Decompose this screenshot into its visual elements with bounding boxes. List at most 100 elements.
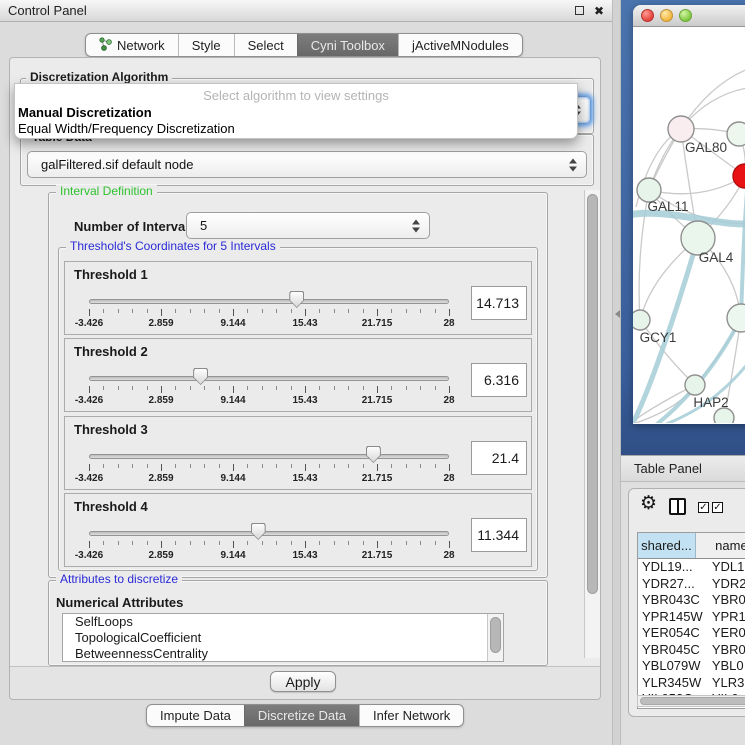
threshold-value-field[interactable]: 6.316 — [471, 363, 527, 397]
threshold-label: Threshold 4 — [74, 499, 148, 514]
threshold-slider-track[interactable] — [89, 454, 449, 459]
control-panel-tabs: Network Style Select Cyni Toolbox jActiv… — [85, 33, 523, 57]
table-row[interactable]: YDL19...YDL1 — [638, 559, 745, 576]
columns-icon[interactable] — [669, 498, 686, 515]
network-icon — [99, 37, 112, 54]
list-item[interactable]: TopologicalCoefficient — [63, 630, 503, 646]
minimize-traffic-light-icon[interactable] — [660, 9, 673, 22]
tab-network[interactable]: Network — [86, 34, 178, 56]
column-header-name[interactable]: name — [696, 533, 745, 558]
slider-tick-labels: -3.4262.8599.14415.4321.71528 — [89, 395, 449, 409]
attributes-list-scrollbar[interactable] — [487, 614, 503, 661]
control-panel-titlebar: Control Panel ✖ — [0, 0, 612, 22]
threshold-panel: Threshold 2 -3.4262.8599.14415.4321.7152… — [64, 338, 532, 412]
table-horizontal-scrollbar[interactable] — [637, 695, 745, 707]
network-node[interactable] — [668, 116, 694, 142]
control-panel-title: Control Panel — [8, 3, 87, 18]
table-data-combo[interactable]: galFiltered.sif default node — [27, 151, 587, 178]
threshold-panel: Threshold 4 -3.4262.8599.14415.4321.7152… — [64, 493, 532, 567]
algorithm-dropdown-popup: Select algorithm to view settings Manual… — [14, 83, 578, 139]
network-node-label: GCY1 — [640, 330, 677, 345]
close-traffic-light-icon[interactable] — [641, 9, 654, 22]
table-row[interactable]: YDR27...YDR2 — [638, 576, 745, 593]
slider-ticks — [89, 464, 449, 473]
table-panel-title: Table Panel — [634, 461, 702, 476]
network-node[interactable] — [733, 164, 745, 188]
threshold-slider-thumb[interactable] — [251, 523, 266, 540]
table-panel-titlebar: Table Panel — [621, 455, 745, 482]
network-window: GAL80GACGAL11GAL4GCY1HHAP2 — [633, 5, 745, 424]
network-node[interactable] — [633, 310, 650, 330]
network-node-label: GAL80 — [685, 140, 727, 155]
numerical-attributes-list[interactable]: SelfLoops TopologicalCoefficient Between… — [62, 613, 504, 662]
table-row[interactable]: YBL079WYBL0 — [638, 658, 745, 675]
threshold-label: Threshold 2 — [74, 344, 148, 359]
checkbox-icon[interactable]: ✓ — [712, 502, 723, 513]
list-item[interactable]: BetweennessCentrality — [63, 646, 503, 662]
table-row[interactable]: YPR145WYPR1 — [638, 609, 745, 626]
checkbox-icon[interactable]: ✓ — [698, 502, 709, 513]
table-header-row: shared... name — [638, 533, 745, 559]
panel-splitter[interactable] — [612, 0, 621, 745]
screen: Control Panel ✖ Network Style Select Cyn… — [0, 0, 745, 745]
list-item[interactable]: SelfLoops — [63, 614, 503, 630]
threshold-panel: Threshold 3 -3.4262.8599.14415.4321.7152… — [64, 416, 532, 490]
threshold-value-field[interactable]: 11.344 — [471, 518, 527, 552]
network-window-titlebar — [633, 5, 745, 27]
combo-arrows-icon — [569, 158, 577, 171]
network-node[interactable] — [714, 408, 734, 423]
table-panel: ⚙ ✓ ✓ shared... name YDL19...YDL1YDR27..… — [628, 488, 745, 717]
cyni-bottom-tabs: Impute Data Discretize Data Infer Networ… — [146, 704, 464, 727]
table-row[interactable]: YBR045CYBR0 — [638, 642, 745, 659]
tab-discretize-data[interactable]: Discretize Data — [244, 705, 359, 726]
tab-style[interactable]: Style — [178, 34, 234, 56]
threshold-slider-track[interactable] — [89, 299, 449, 304]
tab-cyni-toolbox[interactable]: Cyni Toolbox — [297, 34, 398, 56]
threshold-value-field[interactable]: 14.713 — [471, 286, 527, 320]
threshold-slider-thumb[interactable] — [366, 446, 381, 463]
network-node[interactable] — [685, 375, 705, 395]
gear-icon[interactable]: ⚙ — [640, 494, 657, 513]
network-canvas[interactable]: GAL80GACGAL11GAL4GCY1HHAP2 — [633, 27, 745, 423]
threshold-value-field[interactable]: 21.4 — [471, 441, 527, 475]
interval-definition-group-title: Interval Definition — [56, 185, 157, 198]
close-icon[interactable]: ✖ — [594, 5, 604, 17]
number-of-intervals-combo[interactable]: 5 — [186, 212, 430, 239]
combo-arrows-icon — [412, 219, 420, 232]
threshold-panel: Threshold 1 -3.4262.8599.14415.4321.7152… — [64, 261, 532, 335]
apply-button[interactable]: Apply — [270, 671, 336, 692]
slider-ticks — [89, 309, 449, 318]
slider-tick-labels: -3.4262.8599.14415.4321.71528 — [89, 318, 449, 332]
table-data-combo-value: galFiltered.sif default node — [41, 157, 193, 172]
right-side: GAL80GACGAL11GAL4GCY1HHAP2 Table Panel ⚙… — [621, 0, 745, 745]
content-scrollbar[interactable] — [584, 190, 600, 658]
table-row[interactable]: YBR043CYBR0 — [638, 592, 745, 609]
threshold-label: Threshold 1 — [74, 267, 148, 282]
tab-select[interactable]: Select — [234, 34, 297, 56]
number-of-intervals-value: 5 — [200, 218, 207, 233]
column-header-shared-name[interactable]: shared... — [638, 533, 696, 558]
threshold-slider-track[interactable] — [89, 531, 449, 536]
network-node[interactable] — [727, 122, 745, 146]
algorithm-option-manual[interactable]: Manual Discretization — [18, 105, 152, 120]
splitter-collapse-icon[interactable] — [615, 310, 620, 318]
algorithm-option-equal-width[interactable]: Equal Width/Frequency Discretization — [18, 121, 235, 136]
tab-jactivemnodules[interactable]: jActiveMNodules — [398, 34, 522, 56]
table-row[interactable]: YLR345WYLR3 — [638, 675, 745, 692]
tab-network-label: Network — [117, 38, 165, 53]
threshold-slider-track[interactable] — [89, 376, 449, 381]
algorithm-popup-placeholder: Select algorithm to view settings — [15, 88, 577, 103]
network-node-label: GAL11 — [647, 199, 688, 214]
attributes-group-title: Attributes to discretize — [56, 573, 182, 586]
slider-tick-labels: -3.4262.8599.14415.4321.71528 — [89, 473, 449, 487]
numerical-attributes-label: Numerical Attributes — [56, 595, 183, 610]
table-row[interactable]: YER054CYER0 — [638, 625, 745, 642]
tab-impute-data[interactable]: Impute Data — [147, 705, 244, 726]
threshold-slider-thumb[interactable] — [289, 291, 304, 308]
threshold-slider-thumb[interactable] — [193, 368, 208, 385]
tab-infer-network[interactable]: Infer Network — [359, 705, 463, 726]
network-node[interactable] — [727, 304, 745, 332]
zoom-traffic-light-icon[interactable] — [679, 9, 692, 22]
network-graph: GAL80GACGAL11GAL4GCY1HHAP2 — [633, 27, 745, 423]
float-window-icon[interactable] — [575, 6, 584, 15]
